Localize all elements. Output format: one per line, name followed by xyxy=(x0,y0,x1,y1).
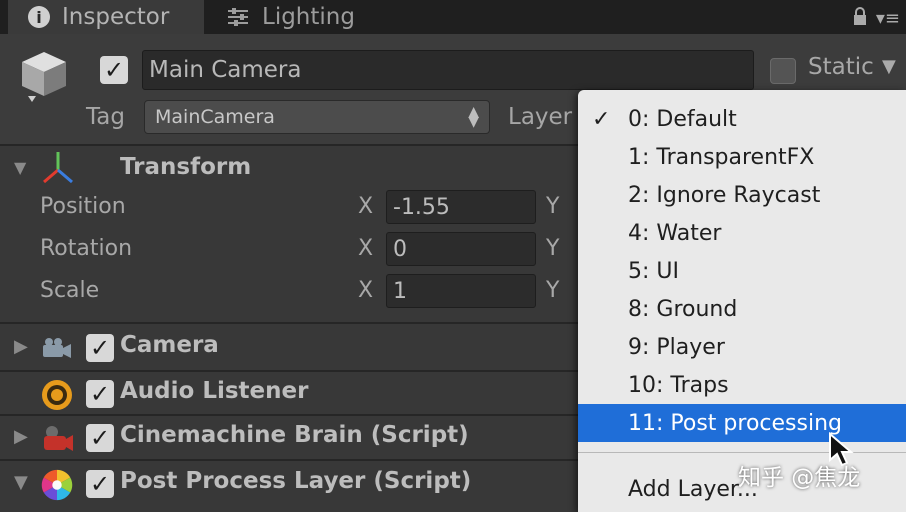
rotation-label: Rotation xyxy=(40,236,133,261)
panel-menu-icon[interactable]: ▾≡ xyxy=(876,8,900,29)
tag-select[interactable]: MainCamera ▲ ▼ xyxy=(144,100,490,134)
camera-icon xyxy=(40,332,74,366)
static-checkbox[interactable] xyxy=(770,58,796,84)
tag-select-value: MainCamera xyxy=(155,106,275,128)
transform-title: Transform xyxy=(120,154,252,180)
static-dropdown-arrow-icon[interactable]: ▼ xyxy=(882,56,896,77)
layer-menu-item-label: 0: Default xyxy=(628,106,737,132)
rotation-y-axis-label: Y xyxy=(546,236,560,261)
cinemachine-foldout-icon[interactable]: ▶ xyxy=(14,426,28,447)
layer-menu-item-ground[interactable]: 8: Ground xyxy=(578,290,906,328)
layer-menu-item-label: 10: Traps xyxy=(628,372,729,398)
layer-menu-item-default[interactable]: ✓ 0: Default xyxy=(578,100,906,138)
tab-lighting[interactable]: Lighting xyxy=(226,0,355,34)
audio-listener-component-name: Audio Listener xyxy=(120,378,309,404)
layer-menu-item-label: 2: Ignore Raycast xyxy=(628,182,821,208)
watermark: 知乎 @焦龙 xyxy=(738,465,861,491)
rotation-x-axis-label: X xyxy=(358,236,374,261)
layer-menu-item-label: 8: Ground xyxy=(628,296,738,322)
camera-component-name: Camera xyxy=(120,332,219,358)
tab-lighting-label: Lighting xyxy=(262,4,355,30)
scale-y-axis-label: Y xyxy=(546,278,560,303)
tag-label: Tag xyxy=(86,104,125,130)
gameobject-cube-icon xyxy=(18,48,70,102)
layer-menu-item-label: 1: TransparentFX xyxy=(628,144,815,170)
layer-menu-item-ui[interactable]: 5: UI xyxy=(578,252,906,290)
position-x-axis-label: X xyxy=(358,194,374,219)
position-y-axis-label: Y xyxy=(546,194,560,219)
position-x-input[interactable]: -1.55 xyxy=(386,190,536,224)
scale-x-input[interactable]: 1 xyxy=(386,274,536,308)
transform-axes-icon xyxy=(40,150,76,186)
audio-listener-icon xyxy=(40,378,74,412)
layer-menu-item-transparentfx[interactable]: 1: TransparentFX xyxy=(578,138,906,176)
tab-inspector[interactable]: i Inspector xyxy=(8,0,204,34)
layer-menu-item-label: 11: Post processing xyxy=(628,410,842,436)
static-label: Static xyxy=(808,54,874,80)
post-process-enabled-checkbox[interactable]: ✓ xyxy=(86,470,114,498)
scale-label: Scale xyxy=(40,278,100,303)
cinemachine-component-name: Cinemachine Brain (Script) xyxy=(120,422,469,448)
layer-menu-item-player[interactable]: 9: Player xyxy=(578,328,906,366)
layer-menu-item-label: 9: Player xyxy=(628,334,725,360)
layer-menu-item-traps[interactable]: 10: Traps xyxy=(578,366,906,404)
rotation-x-input[interactable]: 0 xyxy=(386,232,536,266)
updown-arrows-icon: ▲ ▼ xyxy=(468,104,479,130)
lock-icon[interactable] xyxy=(852,6,868,31)
layer-menu-item-water[interactable]: 4: Water xyxy=(578,214,906,252)
editor-tab-bar: i Inspector Lighting ▾≡ xyxy=(0,0,906,34)
sliders-icon xyxy=(226,6,250,28)
gameobject-active-checkbox[interactable]: ✓ xyxy=(100,56,128,84)
post-process-icon xyxy=(40,468,74,502)
cinemachine-enabled-checkbox[interactable]: ✓ xyxy=(86,424,114,452)
layer-menu-item-ignore-raycast[interactable]: 2: Ignore Raycast xyxy=(578,176,906,214)
post-process-component-name: Post Process Layer (Script) xyxy=(120,468,472,494)
camera-foldout-icon[interactable]: ▶ xyxy=(14,336,28,357)
gameobject-name-input[interactable]: Main Camera xyxy=(142,50,754,90)
layer-menu-item-label: 5: UI xyxy=(628,258,679,284)
cinemachine-icon xyxy=(40,422,74,456)
transform-foldout-icon[interactable]: ▼ xyxy=(14,158,26,177)
post-process-foldout-icon[interactable]: ▼ xyxy=(14,472,28,493)
position-label: Position xyxy=(40,194,126,219)
info-icon: i xyxy=(28,6,50,28)
audio-listener-enabled-checkbox[interactable]: ✓ xyxy=(86,380,114,408)
checkmark-icon: ✓ xyxy=(592,106,611,132)
layer-menu-item-label: 4: Water xyxy=(628,220,722,246)
camera-enabled-checkbox[interactable]: ✓ xyxy=(86,334,114,362)
scale-x-axis-label: X xyxy=(358,278,374,303)
layer-label: Layer xyxy=(508,104,573,130)
tab-inspector-label: Inspector xyxy=(62,4,170,30)
